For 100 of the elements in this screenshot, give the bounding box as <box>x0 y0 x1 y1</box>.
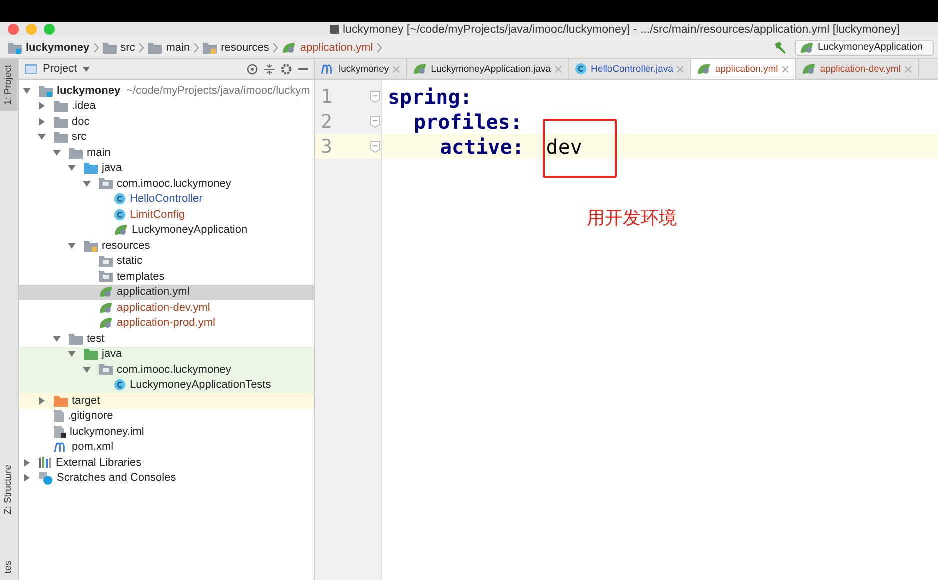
tree-label: main <box>87 146 111 159</box>
package-icon <box>99 364 113 376</box>
breadcrumb-item[interactable]: luckymoney <box>8 42 90 54</box>
tree-label: luckymoney.iml <box>70 426 144 438</box>
tree-label: luckymoney <box>57 84 121 97</box>
tree-label: External Libraries <box>56 456 142 469</box>
tree-label: .gitignore <box>68 410 114 422</box>
collapse-icon[interactable] <box>264 64 275 74</box>
yaml-value: dev <box>546 134 582 158</box>
run-configuration-dropdown[interactable]: LuckymoneyApplication <box>794 40 934 56</box>
editor-tab[interactable]: application.yml <box>691 59 796 79</box>
line-number: 2 <box>320 110 334 132</box>
yaml-file-icon <box>99 317 113 330</box>
class-icon <box>114 208 126 221</box>
tree-label: com.imooc.luckymoney <box>117 178 232 190</box>
project-path: ~/code/myProjects/java/imooc/luckym <box>126 84 310 97</box>
editor-tab[interactable]: LuckymoneyApplication.java <box>407 59 570 79</box>
close-button[interactable] <box>8 24 19 35</box>
yaml-file-icon <box>697 63 712 75</box>
tree-label: LuckymoneyApplicationTests <box>130 379 272 392</box>
tool-window-tab[interactable]: Z: Structure <box>0 458 18 520</box>
annotation-text: 用开发环境 <box>587 207 677 230</box>
settings-icon[interactable] <box>281 64 292 74</box>
tree-label: .idea <box>72 100 96 112</box>
fold-marker-icon[interactable] <box>370 140 381 154</box>
maven-icon <box>321 64 335 74</box>
window-icon <box>25 64 37 74</box>
dropdown-icon[interactable] <box>83 66 90 72</box>
collapsed-arrow-icon[interactable] <box>23 474 31 482</box>
expanded-arrow-icon[interactable] <box>68 242 76 250</box>
folder-icon <box>148 42 162 54</box>
line-number: 3 <box>320 136 334 158</box>
window-title: luckymoney [~/code/myProjects/java/imooc/luckymoney] - .../src/main/resources/application.yml [luckymoney] <box>343 24 900 36</box>
tree-row[interactable]: LuckymoneyApplicationTests <box>19 378 314 393</box>
breadcrumb-item[interactable]: application.yml <box>282 42 374 54</box>
tree-label: static <box>117 255 143 268</box>
tree-label: application-dev.yml <box>117 302 210 314</box>
expanded-arrow-icon[interactable] <box>68 350 76 358</box>
editor-tab[interactable]: application-dev.yml <box>796 59 919 79</box>
test-class-icon <box>114 379 126 392</box>
chevron-icon <box>377 42 382 52</box>
expanded-arrow-icon[interactable] <box>38 133 46 142</box>
hammer-icon[interactable] <box>774 42 787 54</box>
class-icon <box>575 63 588 75</box>
resources-folder-icon <box>84 240 98 252</box>
chevron-icon <box>94 42 99 52</box>
class-icon <box>114 193 126 206</box>
libraries-icon <box>39 457 52 468</box>
breadcrumb-item[interactable]: main <box>148 42 190 54</box>
expanded-arrow-icon[interactable] <box>53 334 61 343</box>
collapsed-arrow-icon[interactable] <box>38 118 46 126</box>
scratches-icon <box>39 472 53 485</box>
package-icon <box>99 271 113 282</box>
fold-marker-icon[interactable] <box>370 90 381 104</box>
tree-row[interactable]: .gitignore <box>19 408 314 424</box>
collapsed-arrow-icon[interactable] <box>38 396 46 405</box>
tool-window-tab[interactable]: tes <box>0 555 18 580</box>
spring-icon <box>800 42 814 54</box>
yaml-key: spring: <box>388 84 472 108</box>
module-folder-icon <box>8 42 22 54</box>
yaml-file-icon <box>282 42 296 54</box>
expanded-arrow-icon[interactable] <box>83 366 91 374</box>
module-folder-icon <box>39 84 53 97</box>
tree-label: HelloController <box>130 193 203 206</box>
yaml-file-icon <box>99 286 113 298</box>
tree-label: test <box>87 332 105 345</box>
tree-row[interactable]: application.yml <box>19 284 314 300</box>
folder-icon <box>102 42 117 54</box>
panel-title[interactable]: Project <box>43 63 78 75</box>
tree-label: java <box>102 162 122 174</box>
expanded-arrow-icon[interactable] <box>83 180 91 188</box>
fold-marker-icon[interactable] <box>370 114 381 128</box>
resources-folder-icon <box>203 42 218 54</box>
expanded-arrow-icon[interactable] <box>23 86 31 95</box>
tree-label: Scratches and Consoles <box>57 472 176 484</box>
tree-label: LuckymoneyApplication <box>132 224 248 236</box>
maven-icon <box>54 442 68 452</box>
collapsed-arrow-icon[interactable] <box>38 102 46 110</box>
yaml-key: active: <box>440 134 524 158</box>
expanded-arrow-icon[interactable] <box>53 148 61 157</box>
breadcrumb-item[interactable]: src <box>102 42 136 54</box>
tree-label: pom.xml <box>72 441 114 454</box>
package-icon <box>99 178 113 190</box>
tree-label: src <box>72 131 87 144</box>
collapsed-arrow-icon[interactable] <box>23 458 31 467</box>
line-number: 1 <box>320 86 334 108</box>
tree-label: application-prod.yml <box>117 317 216 330</box>
editor-tab[interactable]: luckymoney <box>315 59 408 79</box>
close-icon[interactable] <box>782 66 790 72</box>
tree-row[interactable]: target <box>19 393 314 408</box>
expanded-arrow-icon[interactable] <box>68 164 76 172</box>
tree-label: java <box>102 348 122 360</box>
tree-label: doc <box>72 116 90 128</box>
breadcrumb-item[interactable]: resources <box>203 42 270 54</box>
tool-window-tab[interactable]: 1: Project <box>0 59 18 112</box>
tree-row[interactable]: com.imooc.luckymoney <box>19 362 314 378</box>
tree-label: templates <box>117 270 165 283</box>
locate-icon[interactable] <box>247 64 258 74</box>
tree-row[interactable]: java <box>19 346 314 362</box>
tree-label: LimitConfig <box>130 208 186 221</box>
